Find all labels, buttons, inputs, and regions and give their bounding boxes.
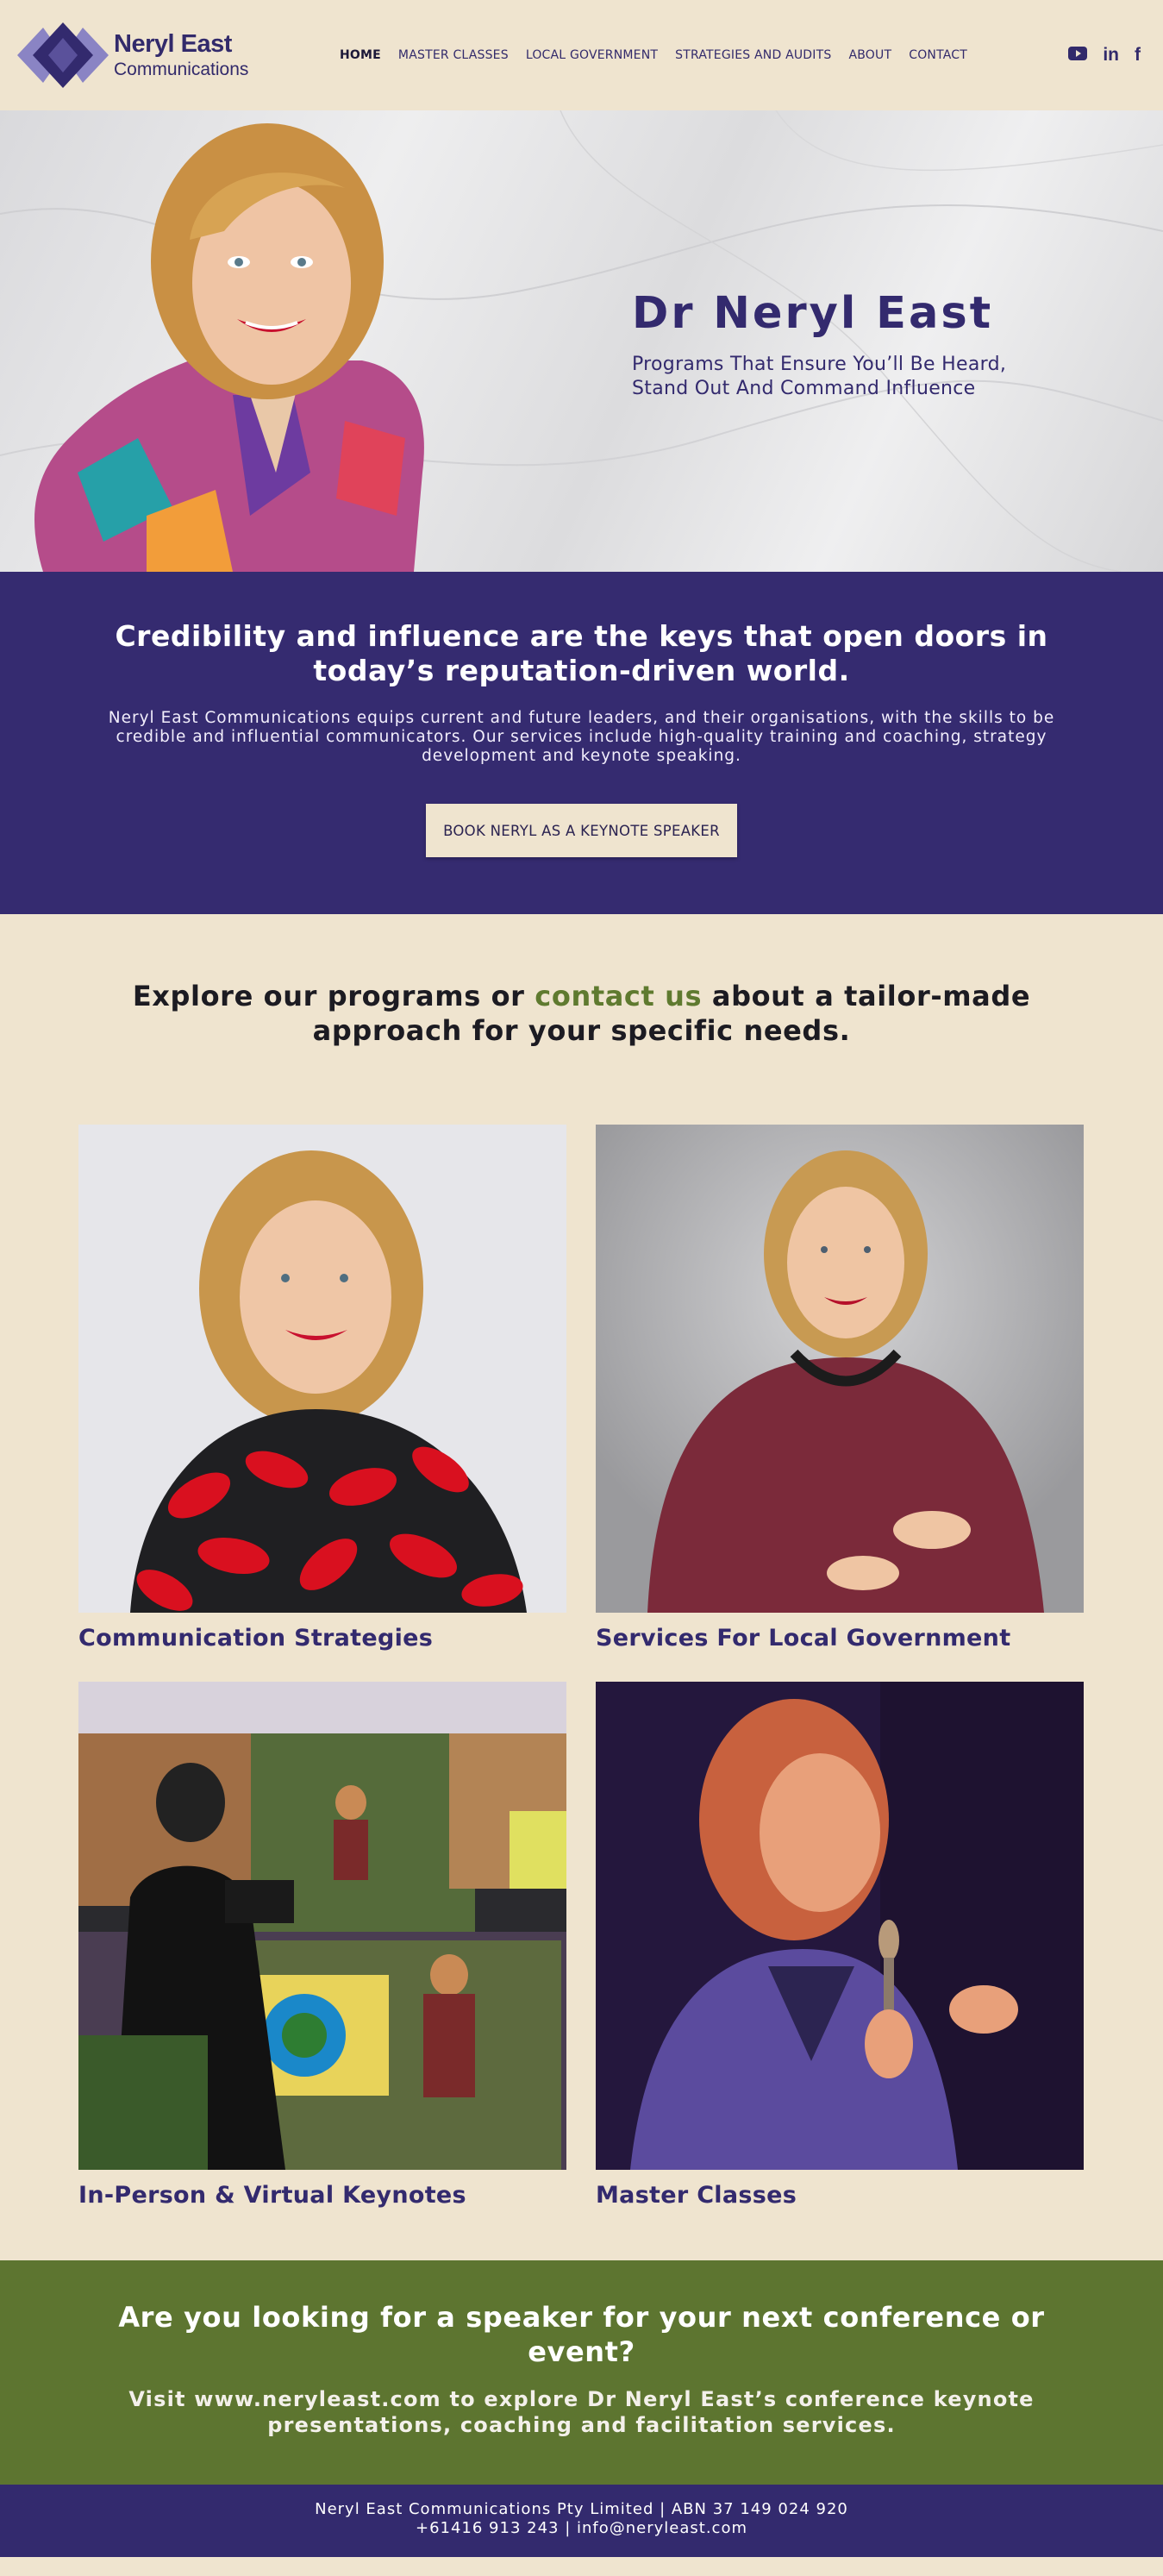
card-caption[interactable]: Master Classes <box>596 2182 1084 2209</box>
intro-band: Credibility and influence are the keys t… <box>0 572 1163 914</box>
program-card-communication-strategies[interactable]: Communication Strategies <box>78 1125 566 1652</box>
main-nav: HOME MASTER CLASSES LOCAL GOVERNMENT STR… <box>340 48 985 62</box>
footer-contact[interactable]: +61416 913 243 | info@neryleast.com <box>0 2519 1163 2538</box>
site-header: Neryl East Communications HOME MASTER CL… <box>0 0 1163 110</box>
linkedin-icon[interactable]: in <box>1103 45 1119 66</box>
programs-grid: Communication Strategies Services For Lo… <box>0 1048 1163 2260</box>
program-card-keynotes[interactable]: In-Person & Virtual Keynotes <box>78 1682 566 2209</box>
nav-about[interactable]: ABOUT <box>848 48 891 62</box>
nav-strategies-audits[interactable]: STRATEGIES AND AUDITS <box>675 48 831 62</box>
card-caption[interactable]: Communication Strategies <box>78 1625 566 1652</box>
nav-local-government[interactable]: LOCAL GOVERNMENT <box>526 48 658 62</box>
hero-portrait-image <box>34 123 424 572</box>
nav-contact[interactable]: CONTACT <box>909 48 967 62</box>
explore-section: Explore our programs or contact us about… <box>0 914 1163 1048</box>
logo-mark-icon <box>17 22 109 88</box>
intro-description: Neryl East Communications equips current… <box>108 709 1055 765</box>
card-caption[interactable]: In-Person & Virtual Keynotes <box>78 2182 566 2209</box>
book-keynote-button[interactable]: BOOK NERYL AS A KEYNOTE SPEAKER <box>426 804 737 857</box>
master-classes-image <box>596 1682 1084 2170</box>
social-links: in f <box>1068 45 1141 66</box>
nav-master-classes[interactable]: MASTER CLASSES <box>398 48 509 62</box>
site-footer: Neryl East Communications Pty Limited | … <box>0 2485 1163 2557</box>
communication-strategies-image <box>78 1125 566 1613</box>
local-government-image <box>596 1125 1084 1613</box>
footer-company: Neryl East Communications Pty Limited | … <box>315 2500 848 2518</box>
hero-subtitle: Programs That Ensure You’ll Be Heard, St… <box>632 354 1007 399</box>
contact-us-link[interactable]: contact us <box>535 980 702 1012</box>
program-card-local-government[interactable]: Services For Local Government <box>596 1125 1084 1652</box>
keynotes-studio-image <box>78 1682 566 2170</box>
cta-text: Visit www.neryleast.com to explore Dr Ne… <box>128 2387 1035 2437</box>
program-card-master-classes[interactable]: Master Classes <box>596 1682 1084 2209</box>
logo-name: Neryl East <box>114 30 232 58</box>
intro-heading: Credibility and influence are the keys t… <box>115 619 1048 687</box>
facebook-icon[interactable]: f <box>1135 45 1141 66</box>
youtube-icon[interactable] <box>1068 47 1088 64</box>
hero-section: Dr Neryl East Programs That Ensure You’l… <box>0 110 1163 572</box>
nav-home[interactable]: HOME <box>340 48 381 62</box>
logo-subname: Communications <box>114 60 249 79</box>
hero-title: Dr Neryl East <box>632 288 994 339</box>
card-caption[interactable]: Services For Local Government <box>596 1625 1084 1652</box>
speaker-cta: Are you looking for a speaker for your n… <box>0 2260 1163 2485</box>
cta-heading: Are you looking for a speaker for your n… <box>118 2301 1045 2368</box>
site-logo[interactable]: Neryl East Communications <box>17 22 248 88</box>
explore-heading: Explore our programs or contact us about… <box>132 980 1031 1047</box>
